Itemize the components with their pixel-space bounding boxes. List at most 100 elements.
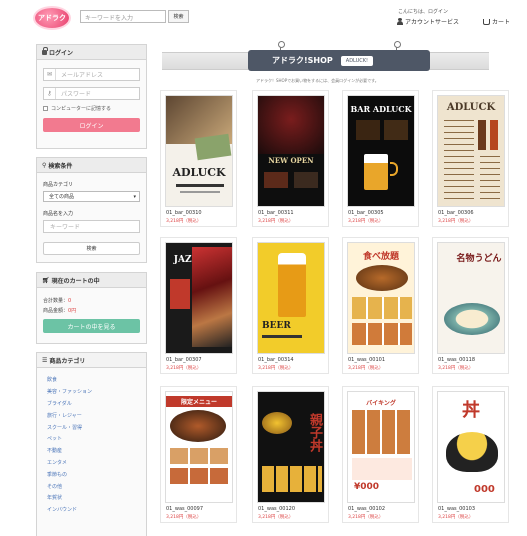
email-placeholder: メールアドレス <box>61 72 104 79</box>
product-thumbnail[interactable]: BAR ADLUCK <box>347 95 415 207</box>
product-thumbnail[interactable]: ADLUCK <box>437 95 505 207</box>
category-item[interactable]: インバウンド <box>47 504 146 516</box>
category-panel-title: 商品カテゴリ <box>49 357 86 365</box>
category-item[interactable]: 不動産 <box>47 445 146 457</box>
product-price: 3,218円（税込） <box>348 515 384 520</box>
product-card[interactable]: 丼 000 01_was_00103 3,218円（税込） <box>432 386 509 523</box>
product-thumbnail[interactable]: バイキング ¥000 <box>347 391 415 503</box>
product-thumbnail[interactable]: ADLUCK <box>165 95 233 207</box>
search-panel-header: ⚲ 検索条件 <box>37 158 146 173</box>
category-panel: ☰ 商品カテゴリ 飲食 美容・ファッション ブライダル 旅行・レジャー スクール… <box>36 352 147 536</box>
view-cart-button[interactable]: カートの中を見る <box>43 319 140 333</box>
category-item[interactable]: その他 <box>47 480 146 492</box>
header-search-input[interactable]: キーワードを入力 <box>80 10 166 23</box>
cart-total-line: 商品金額：0円 <box>43 307 140 314</box>
category-item[interactable]: 季節もの <box>47 468 146 480</box>
login-title: ログイン <box>49 49 74 57</box>
chevron-down-icon: ▾ <box>133 193 136 200</box>
login-button[interactable]: ログイン <box>43 118 140 132</box>
thumbnail-title: BAR ADLUCK <box>350 104 412 114</box>
login-panel-header: ログイン <box>37 45 146 60</box>
product-card[interactable]: JAZZ 01_bar_00307 3,218円（税込） <box>160 237 237 374</box>
site-logo[interactable]: アドラク <box>35 8 69 28</box>
product-code: 01_bar_00314 <box>258 357 294 363</box>
logo-text: アドラク <box>38 14 66 22</box>
login-panel: ログイン ✉ メールアドレス ⚷ パスワード コンピューターに記憶する ログイン <box>36 44 147 149</box>
mail-icon: ✉ <box>44 69 56 80</box>
category-item[interactable]: 旅行・レジャー <box>47 409 146 421</box>
product-thumbnail[interactable]: 名物うどん <box>437 242 505 354</box>
product-code: 01_bar_00310 <box>166 210 202 216</box>
category-item[interactable]: スクール・習得 <box>47 421 146 433</box>
category-item[interactable]: エンタメ <box>47 457 146 469</box>
cart-total-value: 0円 <box>68 308 77 314</box>
product-code: 01_was_00120 <box>258 506 296 512</box>
cart-panel-header: 🛒︎ 現在のカートの中 <box>37 273 146 288</box>
person-icon <box>397 18 403 25</box>
category-label: 商品カテゴリ <box>43 182 74 188</box>
product-card[interactable]: ADLUCK 01_bar_00310 3,218円（税込） <box>160 90 237 227</box>
current-cart-panel: 🛒︎ 現在のカートの中 合計数量：0 商品金額：0円 カートの中を見る <box>36 272 147 344</box>
remember-checkbox[interactable] <box>43 106 48 111</box>
product-price: 3,218円（税込） <box>258 366 294 371</box>
product-card[interactable]: BEER 01_bar_00314 3,218円（税込） <box>252 237 329 374</box>
keyword-input[interactable]: キーワード <box>43 220 140 233</box>
category-select-value: 全ての商品 <box>49 194 75 200</box>
cart-count-label: 合計数量： <box>43 298 69 304</box>
password-placeholder: パスワード <box>61 91 92 98</box>
product-card[interactable]: ADLUCK 01_bar_00306 3,218円（税込） <box>432 90 509 227</box>
cart-count-value: 0 <box>68 298 72 304</box>
email-field[interactable]: ✉ メールアドレス <box>43 68 140 81</box>
product-card[interactable]: 親子丼 01_was_00120 3,218円（税込） <box>252 386 329 523</box>
product-price: 3,218円（税込） <box>438 219 474 224</box>
key-icon: ⚷ <box>44 88 56 99</box>
cart-icon <box>483 18 490 25</box>
shop-title: アドラク!SHOP <box>272 56 333 65</box>
product-code: 01_was_00097 <box>166 506 204 512</box>
thumbnail-title: バイキング <box>366 400 396 407</box>
product-thumbnail[interactable]: 親子丼 <box>257 391 325 503</box>
thumbnail-title: 食べ放題 <box>362 252 399 262</box>
shop-banner: アドラク!SHOP ADLUCK! <box>248 50 430 71</box>
product-card[interactable]: 名物うどん 01_was_00118 3,218円（税込） <box>432 237 509 374</box>
product-price: 3,218円（税込） <box>438 366 474 371</box>
product-thumbnail[interactable]: 限定メニュー <box>165 391 233 503</box>
product-price: 3,218円（税込） <box>348 219 384 224</box>
lock-icon <box>42 46 48 55</box>
account-service-link[interactable]: アカウントサービス <box>397 17 459 26</box>
product-thumbnail[interactable]: 丼 000 <box>437 391 505 503</box>
header-search-button[interactable]: 検索 <box>168 10 189 23</box>
thumbnail-title: 限定メニュー <box>166 396 232 407</box>
search-submit-button[interactable]: 検索 <box>43 242 140 255</box>
product-thumbnail[interactable]: JAZZ <box>165 242 233 354</box>
category-item[interactable]: 美容・ファッション <box>47 386 146 398</box>
product-code: 01_bar_00307 <box>166 357 202 363</box>
product-code: 01_bar_00306 <box>438 210 474 216</box>
product-card[interactable]: BAR ADLUCK 01_bar_00305 3,218円（税込） <box>342 90 419 227</box>
category-item[interactable]: 飲食 <box>47 374 146 386</box>
remember-me[interactable]: コンピューターに記憶する <box>43 105 140 112</box>
thumbnail-title: 名物うどん <box>456 254 502 264</box>
category-item[interactable]: 年賀状 <box>47 492 146 504</box>
product-card[interactable]: 限定メニュー 01_was_00097 3,218円（税込） <box>160 386 237 523</box>
product-thumbnail[interactable]: NEW OPEN <box>257 95 325 207</box>
thumbnail-title: ADLUCK <box>446 102 496 113</box>
product-code: 01_was_00102 <box>348 506 386 512</box>
product-price: 3,218円（税込） <box>438 515 474 520</box>
cart-link[interactable]: カート <box>483 17 510 26</box>
category-item[interactable]: ペット <box>47 433 146 445</box>
product-card[interactable]: NEW OPEN 01_bar_00311 3,218円（税込） <box>252 90 329 227</box>
product-code: 01_was_00103 <box>438 506 476 512</box>
password-field[interactable]: ⚷ パスワード <box>43 87 140 100</box>
product-card[interactable]: 食べ放題 01_was_00101 3,218円（税込） <box>342 237 419 374</box>
product-price: 3,218円（税込） <box>258 219 294 224</box>
product-card[interactable]: バイキング ¥000 01_was_00102 3,218円（税込） <box>342 386 419 523</box>
category-select[interactable]: 全ての商品 ▾ <box>43 191 140 202</box>
account-service-label: アカウントサービス <box>405 19 460 26</box>
product-code: 01_bar_00311 <box>258 210 294 216</box>
remember-label: コンピューターに記憶する <box>51 106 112 112</box>
product-price: 3,218円（税込） <box>166 515 202 520</box>
product-thumbnail[interactable]: BEER <box>257 242 325 354</box>
category-item[interactable]: ブライダル <box>47 398 146 410</box>
product-thumbnail[interactable]: 食べ放題 <box>347 242 415 354</box>
